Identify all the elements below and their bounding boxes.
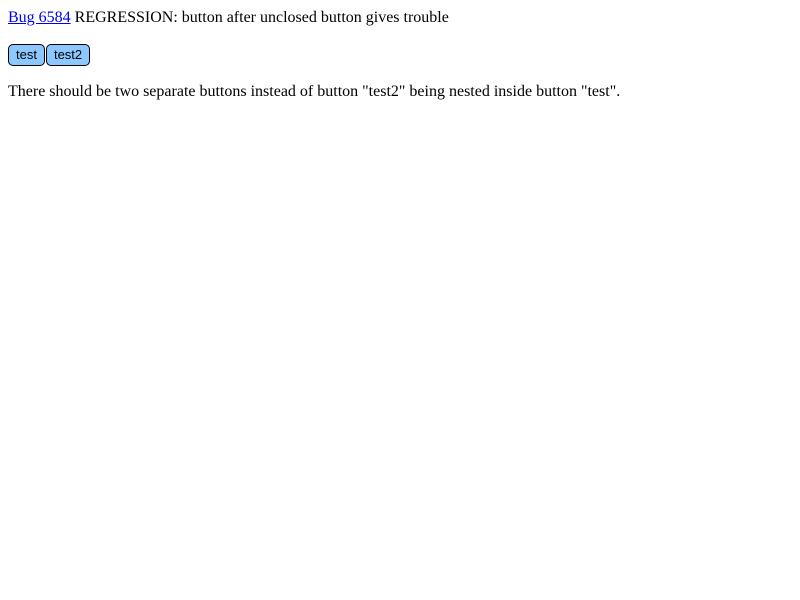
button-row: test test2 xyxy=(8,44,91,66)
page-title: Bug 6584 REGRESSION: button after unclos… xyxy=(8,9,449,27)
test2-button[interactable]: test2 xyxy=(45,44,91,66)
description-text: There should be two separate buttons ins… xyxy=(8,83,621,100)
bug-link[interactable]: Bug 6584 xyxy=(8,9,71,26)
title-text: REGRESSION: button after unclosed button… xyxy=(70,9,449,26)
test-button[interactable]: test xyxy=(8,44,45,66)
